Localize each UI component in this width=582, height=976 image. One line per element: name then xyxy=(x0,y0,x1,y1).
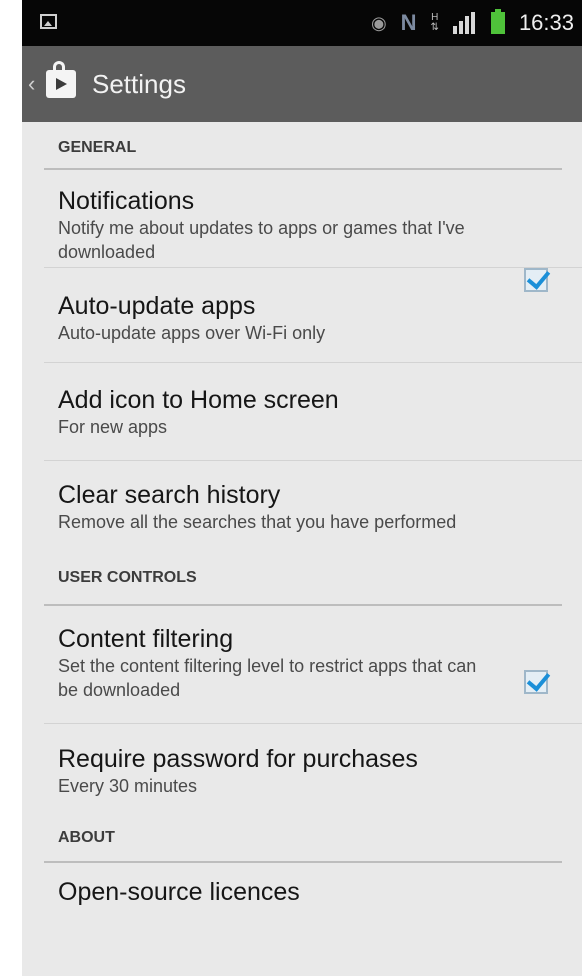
action-bar[interactable]: ‹ Settings xyxy=(22,46,582,122)
section-header-label: USER CONTROLS xyxy=(58,569,197,586)
section-header-general: GENERAL xyxy=(22,122,582,170)
hsdpa-icon: H ⇅ xyxy=(430,12,439,33)
screen: ◉ N H ⇅ 16:33 ‹ Settings GENERAL Notifica… xyxy=(22,0,582,976)
clock: 16:33 xyxy=(518,10,574,35)
pref-open-source-licences[interactable]: Open-source licences xyxy=(22,863,582,923)
hsdpa-label: H xyxy=(431,12,439,23)
section-header-about: ABOUT xyxy=(22,821,582,863)
status-bar: ◉ N H ⇅ 16:33 xyxy=(22,0,582,46)
picture-icon xyxy=(40,14,57,29)
pref-summary: Set the content filtering level to restr… xyxy=(58,656,477,700)
status-icons: ◉ N H ⇅ 16:33 xyxy=(371,0,574,46)
pref-require-password[interactable]: Require password for purchases Every 30 … xyxy=(22,724,582,821)
section-header-user-controls: USER CONTROLS xyxy=(22,558,582,606)
section-header-label: ABOUT xyxy=(58,829,115,846)
pref-title: Open-source licences xyxy=(58,878,300,906)
pref-title: Add icon to Home screen xyxy=(58,386,339,414)
pref-content-filtering[interactable]: Content filtering Set the content filter… xyxy=(22,606,582,724)
pref-summary: Auto-update apps over Wi-Fi only xyxy=(58,323,326,343)
pref-summary: For new apps xyxy=(58,417,168,437)
play-store-icon[interactable] xyxy=(46,61,76,98)
pref-summary: Notify me about updates to apps or games… xyxy=(58,218,465,262)
pref-title: Auto-update apps xyxy=(58,292,256,320)
pref-summary: Every 30 minutes xyxy=(58,776,198,796)
section-header-label: GENERAL xyxy=(58,139,137,156)
pref-title: Notifications xyxy=(58,187,195,215)
pref-title: Clear search history xyxy=(58,481,281,509)
settings-list: GENERAL Notifications Notify me about up… xyxy=(22,122,582,923)
signal-icon xyxy=(452,12,477,34)
pref-add-icon[interactable]: Add icon to Home screen For new apps xyxy=(22,363,582,694)
pref-auto-update[interactable]: Auto-update apps Auto-update apps over W… xyxy=(22,268,582,363)
back-chevron-icon[interactable]: ‹ xyxy=(28,71,40,97)
pref-clear-search-history[interactable]: Clear search history Remove all the sear… xyxy=(22,461,582,558)
pref-notifications[interactable]: Notifications Notify me about updates to… xyxy=(22,170,582,292)
battery-icon xyxy=(490,9,505,34)
page-title: Settings xyxy=(92,68,186,99)
pref-summary: Remove all the searches that you have pe… xyxy=(58,512,457,532)
pref-title: Content filtering xyxy=(58,625,234,653)
pref-title: Require password for purchases xyxy=(58,745,418,773)
eye-icon: ◉ xyxy=(370,12,387,33)
nfc-n-icon: N xyxy=(400,10,417,35)
